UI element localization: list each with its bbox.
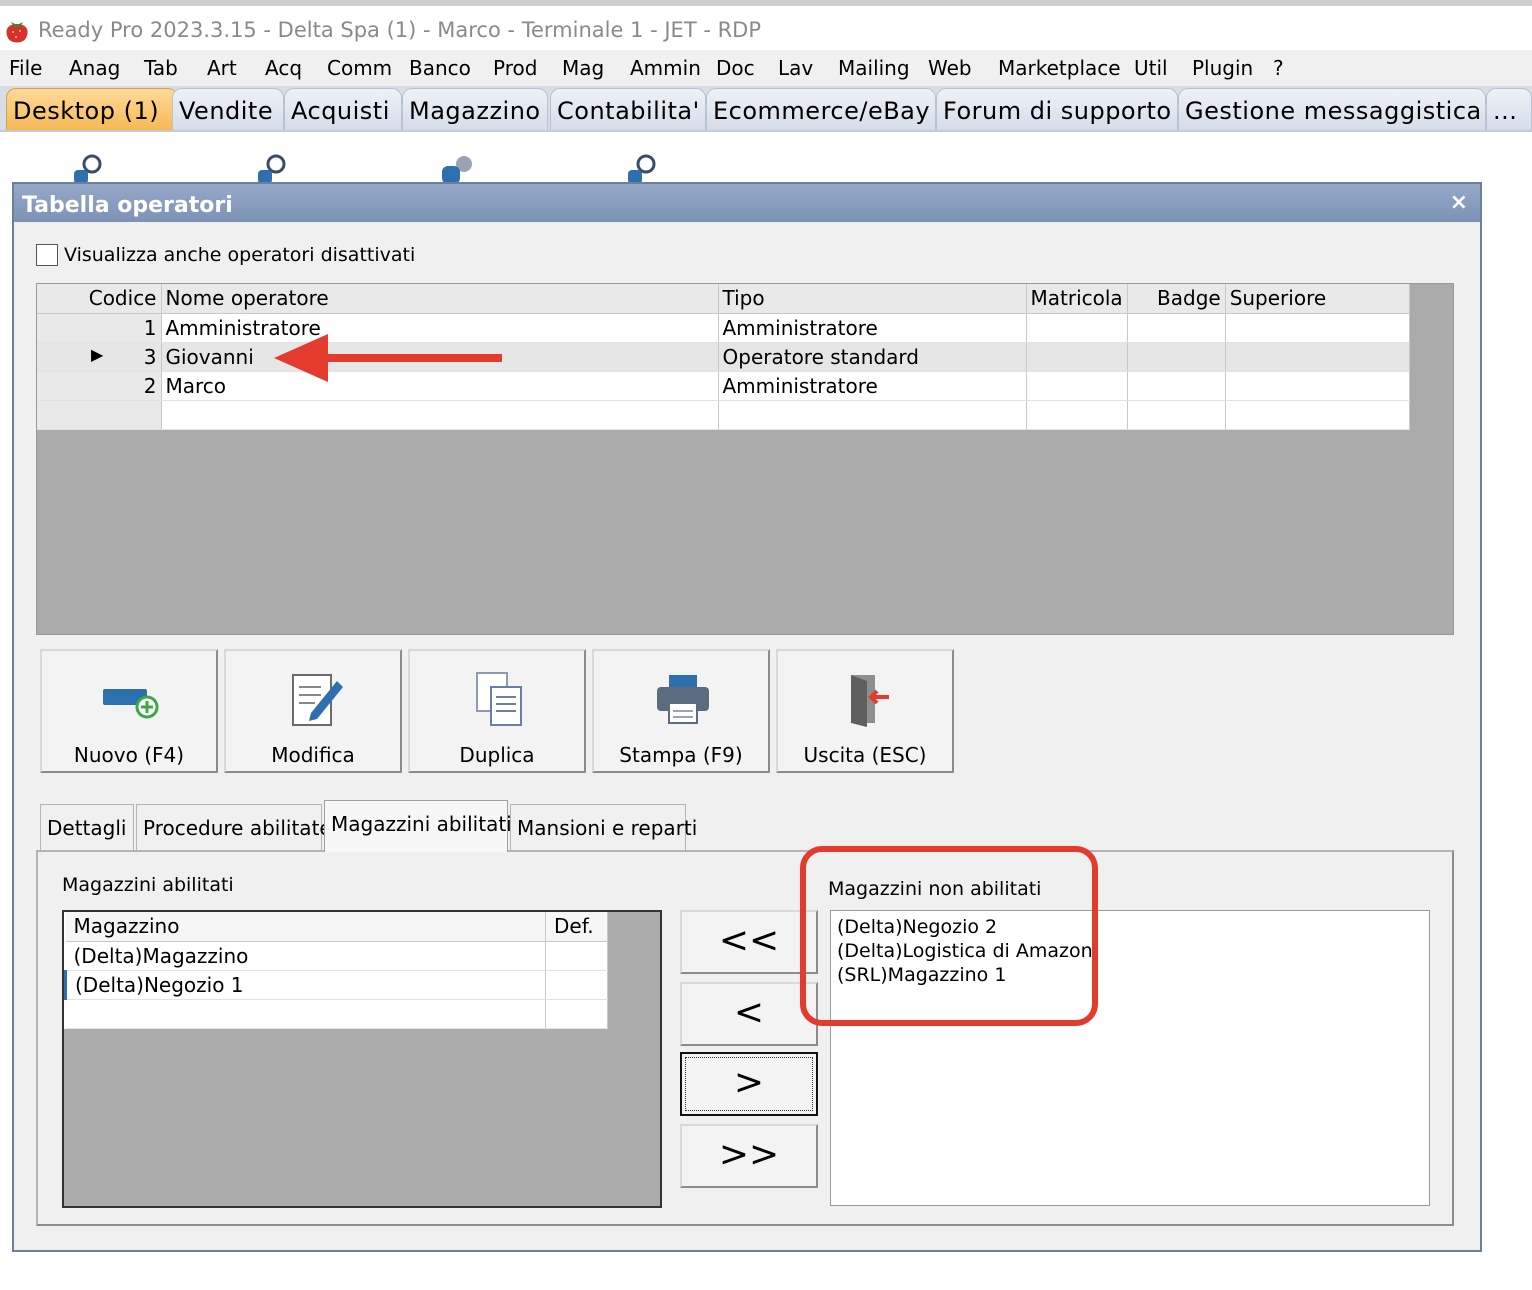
duplicate-label: Duplica bbox=[459, 743, 535, 767]
printer-icon bbox=[657, 675, 709, 724]
dialog-title: Tabella operatori bbox=[22, 193, 233, 218]
menu-tab[interactable]: Tab bbox=[144, 56, 178, 80]
menu-lav[interactable]: Lav bbox=[778, 56, 813, 80]
exit-label: Uscita (ESC) bbox=[803, 743, 927, 767]
exit-door-icon bbox=[851, 675, 889, 727]
row-pointer-icon: ▶ bbox=[91, 344, 104, 364]
show-inactive-checkbox[interactable] bbox=[36, 244, 58, 266]
menu-bar: File Anag Tab Art Acq Comm Banco Prod Ma… bbox=[0, 50, 1532, 86]
add-icon bbox=[103, 689, 159, 719]
menu-banco[interactable]: Banco bbox=[409, 56, 471, 80]
cell-warehouse: (Delta)Negozio 1 bbox=[64, 970, 546, 1000]
edit-button[interactable]: Modifica bbox=[224, 649, 402, 773]
menu-doc[interactable]: Doc bbox=[716, 56, 755, 80]
strawberry-app-icon bbox=[6, 22, 28, 43]
table-row-empty[interactable] bbox=[37, 400, 1410, 430]
tab-dettagli[interactable]: Dettagli bbox=[40, 804, 134, 850]
menu-util[interactable]: Util bbox=[1134, 56, 1168, 80]
cell-type: Amministratore bbox=[718, 313, 1027, 343]
menu-marketplace[interactable]: Marketplace bbox=[998, 56, 1121, 80]
tab-more[interactable]: ... bbox=[1486, 88, 1532, 130]
user-icon[interactable] bbox=[440, 154, 476, 184]
tab-messaggistica[interactable]: Gestione messaggistica bbox=[1178, 88, 1486, 130]
col-tipo[interactable]: Tipo bbox=[718, 284, 1027, 314]
new-button[interactable]: Nuovo (F4) bbox=[40, 649, 218, 773]
table-row[interactable]: 2 Marco Amministratore bbox=[37, 371, 1410, 401]
menu-plugin[interactable]: Plugin bbox=[1192, 56, 1253, 80]
menu-art[interactable]: Art bbox=[207, 56, 237, 80]
table-row-selected[interactable]: ▶ 3 Giovanni Operatore standard bbox=[37, 342, 1410, 372]
tab-vendite[interactable]: Vendite bbox=[172, 88, 284, 130]
cell-warehouse: (Delta)Magazzino bbox=[65, 941, 546, 971]
duplicate-button[interactable]: Duplica bbox=[408, 649, 586, 773]
remove-all-button[interactable]: >> bbox=[680, 1124, 818, 1188]
table-row[interactable]: 1 Amministratore Amministratore bbox=[37, 313, 1410, 343]
user-icon[interactable] bbox=[626, 154, 662, 184]
title-bar: Ready Pro 2023.3.15 - Delta Spa (1) - Ma… bbox=[0, 0, 1532, 50]
cell-code: 2 bbox=[37, 371, 162, 401]
menu-acq[interactable]: Acq bbox=[265, 56, 302, 80]
operators-dialog: Tabella operatori × Visualizza anche ope… bbox=[12, 182, 1482, 1252]
table-row[interactable]: (Delta)Negozio 1 bbox=[64, 970, 608, 1000]
enabled-warehouses-label: Magazzini abilitati bbox=[62, 874, 234, 896]
user-icon[interactable] bbox=[256, 154, 292, 184]
menu-comm[interactable]: Comm bbox=[327, 56, 392, 80]
edit-document-icon bbox=[292, 674, 343, 726]
table-row-empty[interactable] bbox=[65, 999, 608, 1029]
annotation-highlight-box bbox=[800, 846, 1098, 1026]
workspace-tabs: Desktop (1) Vendite Acquisti Magazzino C… bbox=[0, 86, 1532, 132]
tab-magazzino[interactable]: Magazzino bbox=[402, 88, 548, 130]
user-icon[interactable] bbox=[72, 154, 108, 184]
copy-icon bbox=[476, 672, 522, 726]
menu-web[interactable]: Web bbox=[928, 56, 972, 80]
tab-contabilita[interactable]: Contabilita' bbox=[550, 88, 706, 130]
grid-header: Codice Nome operatore Tipo Matricola Bad… bbox=[37, 284, 1410, 314]
col-def[interactable]: Def. bbox=[545, 912, 608, 942]
add-all-button[interactable]: << bbox=[680, 910, 818, 974]
col-nome[interactable]: Nome operatore bbox=[161, 284, 719, 314]
add-one-button[interactable]: < bbox=[680, 982, 818, 1046]
new-label: Nuovo (F4) bbox=[73, 743, 185, 767]
cell-type: Operatore standard bbox=[718, 342, 1027, 372]
show-inactive-row: Visualizza anche operatori disattivati bbox=[36, 244, 415, 266]
tab-procedure[interactable]: Procedure abilitate bbox=[136, 804, 332, 850]
menu-mag[interactable]: Mag bbox=[562, 56, 604, 80]
col-magazzino[interactable]: Magazzino bbox=[65, 912, 546, 942]
table-row[interactable]: (Delta)Magazzino bbox=[65, 941, 608, 971]
tab-acquisti[interactable]: Acquisti bbox=[284, 88, 402, 130]
exit-button[interactable]: Uscita (ESC) bbox=[776, 649, 954, 773]
menu-help[interactable]: ? bbox=[1273, 56, 1284, 80]
tab-ecommerce[interactable]: Ecommerce/eBay bbox=[706, 88, 936, 130]
print-label: Stampa (F9) bbox=[619, 743, 743, 767]
tab-forum[interactable]: Forum di supporto bbox=[936, 88, 1178, 130]
edit-label: Modifica bbox=[271, 743, 355, 767]
window-title: Ready Pro 2023.3.15 - Delta Spa (1) - Ma… bbox=[38, 18, 762, 42]
cell-code: ▶ 3 bbox=[37, 342, 162, 372]
menu-mailing[interactable]: Mailing bbox=[838, 56, 910, 80]
print-button[interactable]: Stampa (F9) bbox=[592, 649, 770, 773]
show-inactive-label: Visualizza anche operatori disattivati bbox=[64, 244, 416, 266]
dialog-title-bar: Tabella operatori × bbox=[14, 184, 1480, 222]
menu-prod[interactable]: Prod bbox=[493, 56, 537, 80]
cell-type: Amministratore bbox=[718, 371, 1027, 401]
operators-grid: Codice Nome operatore Tipo Matricola Bad… bbox=[36, 283, 1454, 635]
warehouses-panel: Magazzini abilitati Magazzino Def. (Delt… bbox=[36, 850, 1454, 1226]
menu-ammin[interactable]: Ammin bbox=[630, 56, 701, 80]
col-badge[interactable]: Badge bbox=[1127, 284, 1226, 314]
grid-header: Magazzino Def. bbox=[65, 912, 608, 942]
col-superiore[interactable]: Superiore bbox=[1225, 284, 1410, 314]
remove-one-button[interactable]: > bbox=[680, 1052, 818, 1116]
annotation-arrow bbox=[274, 334, 502, 382]
col-matricola[interactable]: Matricola bbox=[1026, 284, 1128, 314]
close-icon[interactable]: × bbox=[1450, 190, 1468, 215]
menu-file[interactable]: File bbox=[9, 56, 42, 80]
tab-magazzini-abilitati[interactable]: Magazzini abilitati bbox=[324, 800, 512, 852]
tab-desktop[interactable]: Desktop (1) bbox=[6, 88, 178, 130]
col-codice[interactable]: Codice bbox=[37, 284, 162, 314]
enabled-warehouses-grid: Magazzino Def. (Delta)Magazzino (Delta)N… bbox=[62, 910, 662, 1208]
cell-code: 1 bbox=[37, 313, 162, 343]
tab-mansioni[interactable]: Mansioni e reparti bbox=[510, 804, 697, 850]
menu-anag[interactable]: Anag bbox=[69, 56, 120, 80]
